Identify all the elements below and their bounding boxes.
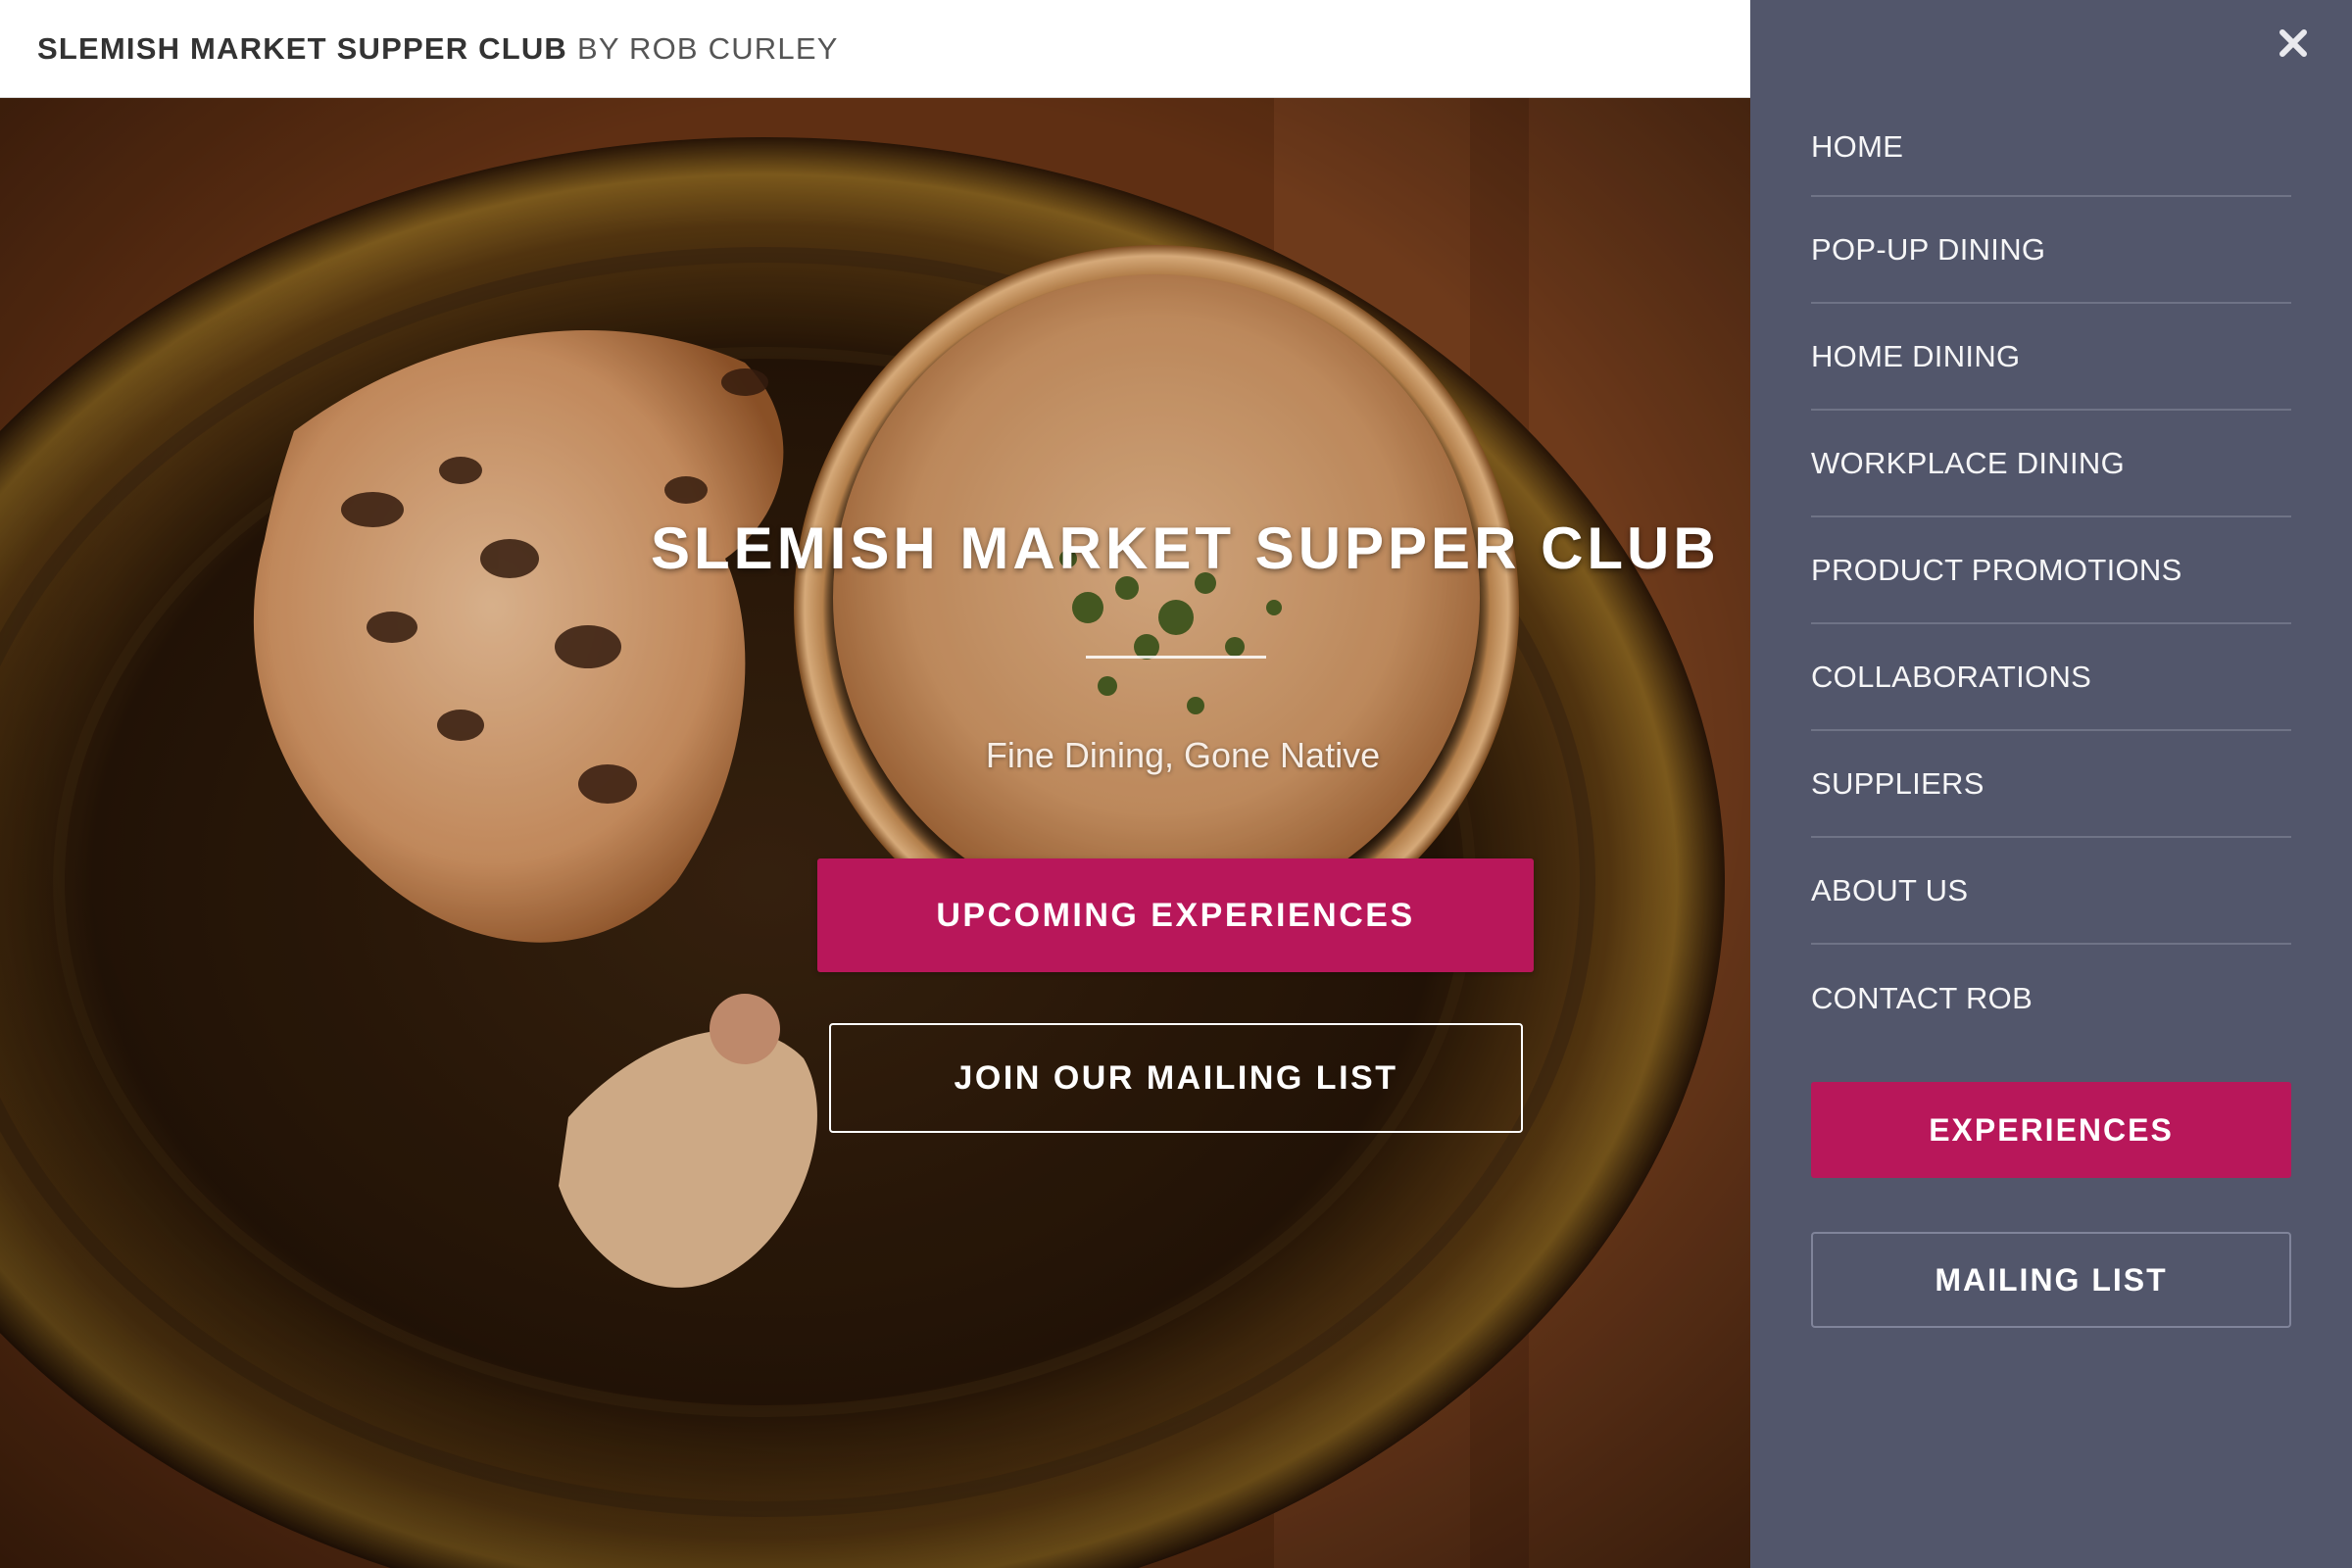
nav-item-home: HOME xyxy=(1811,98,2291,197)
site-header: SLEMISH MARKET SUPPER CLUB BY ROB CURLEY xyxy=(0,0,1750,98)
nav-item-workplace-dining: WORKPLACE DINING xyxy=(1811,411,2291,517)
nav-link-contact-rob[interactable]: CONTACT ROB xyxy=(1811,981,2033,1016)
nav-link-home-dining[interactable]: HOME DINING xyxy=(1811,339,2020,374)
nav-item-product-promotions: PRODUCT PROMOTIONS xyxy=(1811,517,2291,624)
hero-tagline: Fine Dining, Gone Native xyxy=(985,735,1381,775)
hero-tagline-wrap: Fine Dining, Gone Native xyxy=(0,98,1750,1568)
nav-item-suppliers: SUPPLIERS xyxy=(1811,731,2291,838)
nav-menu: HOME POP-UP DINING HOME DINING WORKPLACE… xyxy=(1811,98,2291,1052)
nav-link-workplace-dining[interactable]: WORKPLACE DINING xyxy=(1811,446,2125,481)
brand-name: SLEMISH MARKET SUPPER CLUB xyxy=(37,30,568,66)
nav-item-pop-up-dining: POP-UP DINING xyxy=(1811,197,2291,304)
nav-link-suppliers[interactable]: SUPPLIERS xyxy=(1811,766,1984,802)
close-icon xyxy=(2279,29,2307,57)
nav-item-contact-rob: CONTACT ROB xyxy=(1811,945,2291,1052)
nav-link-collaborations[interactable]: COLLABORATIONS xyxy=(1811,660,2091,695)
mailing-list-button[interactable]: MAILING LIST xyxy=(1811,1232,2291,1328)
upcoming-experiences-button[interactable]: UPCOMING EXPERIENCES xyxy=(817,858,1534,972)
nav-link-product-promotions[interactable]: PRODUCT PROMOTIONS xyxy=(1811,553,2182,588)
hero-content: SLEMISH MARKET SUPPER CLUB Fine Dining, … xyxy=(0,98,1750,1568)
hero-section: SLEMISH MARKET SUPPER CLUB Fine Dining, … xyxy=(0,98,1750,1568)
site-logo-link[interactable]: SLEMISH MARKET SUPPER CLUB BY ROB CURLEY xyxy=(37,31,839,67)
close-menu-button[interactable] xyxy=(2270,20,2317,67)
experiences-button[interactable]: EXPERIENCES xyxy=(1811,1082,2291,1178)
nav-link-pop-up-dining[interactable]: POP-UP DINING xyxy=(1811,232,2045,268)
nav-item-collaborations: COLLABORATIONS xyxy=(1811,624,2291,731)
join-mailing-list-button[interactable]: JOIN OUR MAILING LIST xyxy=(829,1023,1523,1133)
page: SLEMISH MARKET SUPPER CLUBBY ROB CURLEY xyxy=(0,0,2352,1568)
nav-item-about-us: ABOUT US xyxy=(1811,838,2291,945)
nav-item-home-dining: HOME DINING xyxy=(1811,304,2291,411)
nav-link-about-us[interactable]: ABOUT US xyxy=(1811,873,1968,908)
nav-link-home[interactable]: HOME xyxy=(1811,129,1903,165)
brand-byline: BY ROB CURLEY xyxy=(577,30,839,66)
side-nav-panel: HOME POP-UP DINING HOME DINING WORKPLACE… xyxy=(1750,0,2352,1568)
